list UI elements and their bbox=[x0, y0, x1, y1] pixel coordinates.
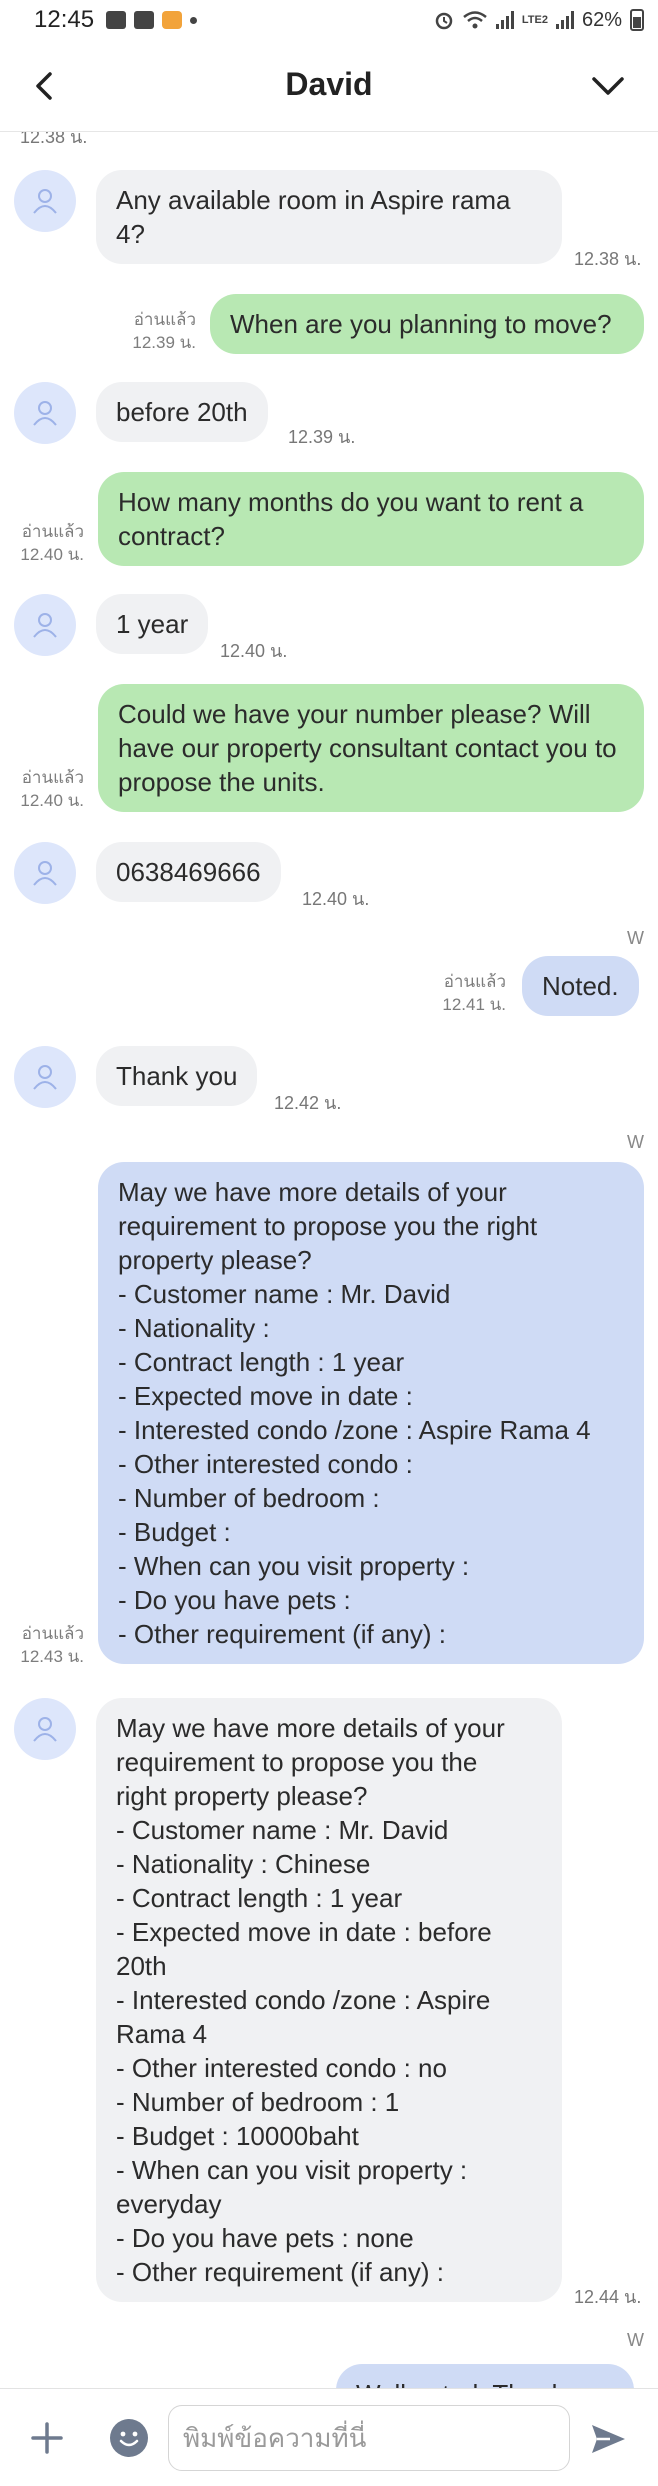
status-time: 12:45 bbox=[34, 6, 95, 33]
chat-header: David bbox=[0, 40, 658, 132]
wifi-icon bbox=[463, 11, 487, 29]
message-time: 12.38 น. bbox=[574, 249, 642, 269]
app-notification-icon bbox=[162, 11, 183, 29]
plus-icon[interactable] bbox=[30, 2421, 64, 2455]
avatar[interactable] bbox=[14, 842, 76, 904]
read-receipt: อ่านแล้ว 12.40 น. bbox=[20, 520, 84, 566]
message-time: 12.44 น. bbox=[574, 2287, 642, 2307]
outgoing-message[interactable]: Noted. bbox=[522, 956, 639, 1016]
sender-mark: W bbox=[627, 1132, 644, 1152]
message-time: 12.38 น. bbox=[20, 132, 88, 147]
outgoing-message[interactable]: Could we have your number please? Will h… bbox=[98, 684, 644, 812]
emoji-icon[interactable] bbox=[110, 2419, 148, 2457]
message-time: 12.41 น. bbox=[442, 995, 506, 1014]
chat-title: David bbox=[285, 66, 373, 102]
message-time: 12.43 น. bbox=[20, 1647, 84, 1666]
avatar[interactable] bbox=[14, 170, 76, 232]
message-time: 12.40 น. bbox=[220, 641, 288, 661]
send-icon[interactable] bbox=[588, 2419, 628, 2459]
read-receipt: อ่านแล้ว 12.39 น. bbox=[132, 308, 196, 354]
read-label: อ่านแล้ว bbox=[21, 522, 84, 541]
user-icon bbox=[33, 189, 57, 214]
message-input-bar bbox=[0, 2388, 658, 2486]
user-icon bbox=[33, 401, 57, 426]
message-time: 12.42 น. bbox=[274, 1093, 342, 1113]
message-time: 12.40 น. bbox=[302, 889, 370, 909]
user-icon bbox=[33, 1717, 57, 1742]
message-time: 12.39 น. bbox=[132, 333, 196, 352]
avatar[interactable] bbox=[14, 1698, 76, 1760]
avatar[interactable] bbox=[14, 382, 76, 444]
status-bar: 12:45 LTE2 62% bbox=[0, 0, 658, 40]
message-time: 12.39 น. bbox=[288, 427, 356, 447]
outgoing-message[interactable]: Well noted. Thank you bbox=[336, 2364, 634, 2388]
incoming-message[interactable]: before 20th bbox=[96, 382, 268, 442]
incoming-message[interactable]: Any available room in Aspire rama 4? bbox=[96, 170, 562, 264]
gallery-icon bbox=[106, 11, 127, 29]
notification-icons bbox=[106, 11, 198, 29]
read-receipt: อ่านแล้ว 12.43 น. bbox=[20, 1622, 84, 1668]
incoming-message[interactable]: 0638469666 bbox=[96, 842, 281, 902]
incoming-message[interactable]: May we have more details of your require… bbox=[96, 1698, 562, 2302]
read-label: อ่านแล้ว bbox=[443, 972, 506, 991]
alarm-icon bbox=[435, 12, 453, 30]
outgoing-message[interactable]: When are you planning to move? bbox=[210, 294, 644, 354]
read-label: อ่านแล้ว bbox=[21, 768, 84, 787]
user-icon bbox=[33, 613, 57, 638]
message-list[interactable]: 12.38 น. Any available room in Aspire ra… bbox=[0, 132, 658, 2388]
calendar-icon bbox=[134, 11, 155, 29]
incoming-message[interactable]: Thank you bbox=[96, 1046, 258, 1106]
message-input[interactable] bbox=[168, 2405, 570, 2471]
smile-icon bbox=[119, 2431, 139, 2447]
outgoing-message[interactable]: How many months do you want to rent a co… bbox=[98, 472, 644, 566]
outgoing-message[interactable]: May we have more details of your require… bbox=[98, 1162, 644, 1664]
message-time: 12.40 น. bbox=[20, 545, 84, 564]
read-label: อ่านแล้ว bbox=[133, 310, 196, 329]
sender-mark: W bbox=[627, 2330, 644, 2350]
user-icon bbox=[33, 1065, 57, 1090]
battery-icon bbox=[630, 9, 644, 31]
read-receipt: อ่านแล้ว 12.40 น. bbox=[20, 766, 84, 812]
signal-2-icon bbox=[555, 11, 574, 29]
incoming-message[interactable]: 1 year bbox=[96, 594, 209, 654]
chevron-down-icon[interactable] bbox=[590, 74, 626, 98]
user-icon bbox=[33, 861, 57, 886]
signal-icon bbox=[495, 11, 514, 29]
read-label: อ่านแล้ว bbox=[21, 1624, 84, 1643]
read-receipt: อ่านแล้ว 12.41 น. bbox=[442, 970, 506, 1016]
status-right: LTE2 62% bbox=[434, 9, 644, 32]
network-label: LTE2 bbox=[521, 13, 548, 26]
battery-percent: 62% bbox=[581, 8, 622, 31]
message-time: 12.40 น. bbox=[20, 791, 84, 810]
more-notifications-icon bbox=[190, 16, 198, 24]
avatar[interactable] bbox=[14, 594, 76, 656]
sender-mark: W bbox=[627, 928, 644, 948]
avatar[interactable] bbox=[14, 1046, 76, 1108]
